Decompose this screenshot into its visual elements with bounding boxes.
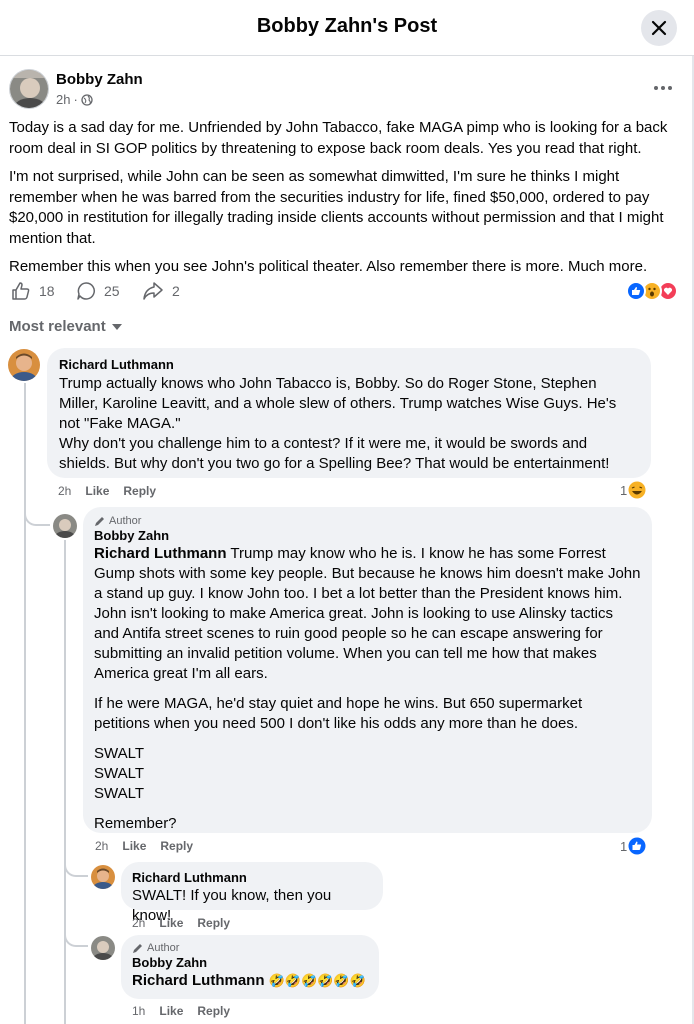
like-reaction-icon <box>628 837 646 855</box>
haha-reaction-icon <box>628 481 646 499</box>
author-avatar[interactable] <box>9 69 49 109</box>
share-count: 2 <box>172 283 180 299</box>
comment-time[interactable]: 2h <box>132 916 145 930</box>
comment-bubble: Richard Luthmann SWALT! If you know, the… <box>121 862 383 924</box>
commenter-avatar[interactable] <box>91 865 115 889</box>
like-reaction-icon <box>626 281 646 301</box>
comment-mention[interactable]: Richard Luthmann <box>94 545 227 562</box>
comment-bubble: Author Bobby Zahn Richard Luthmann 🤣🤣🤣🤣🤣… <box>121 935 379 999</box>
comment-count: 25 <box>104 283 120 299</box>
comment-time[interactable]: 1h <box>132 1004 145 1018</box>
post-author-name[interactable]: Bobby Zahn <box>56 71 143 88</box>
thumbs-up-icon <box>12 282 30 300</box>
reaction-count-value: 1 <box>620 482 628 498</box>
thread-line <box>64 540 66 1024</box>
close-button[interactable] <box>641 10 677 46</box>
comment-author[interactable]: Bobby Zahn <box>132 955 368 970</box>
comment-reply-button[interactable]: Reply <box>197 1004 230 1018</box>
post-paragraph: Remember this when you see John's politi… <box>9 258 648 275</box>
comment-like-button[interactable]: Like <box>159 1004 183 1018</box>
comment-time[interactable]: 2h <box>58 484 71 498</box>
reaction-count-value: 1 <box>620 838 628 854</box>
author-badge-label: Author <box>109 515 142 527</box>
swalt-line: SWALT <box>94 765 145 782</box>
comment-reply-button[interactable]: Reply <box>123 484 156 498</box>
globe-icon <box>81 93 93 106</box>
commenter-avatar[interactable] <box>8 349 40 381</box>
share-icon <box>143 282 163 300</box>
comment-paragraph: Why don't you challenge him to a contest… <box>59 435 610 472</box>
comment-emoji: 🤣🤣🤣🤣🤣🤣 <box>268 973 366 988</box>
swalt-line: SWALT <box>94 745 145 762</box>
comment-reply-button[interactable]: Reply <box>197 916 230 930</box>
comment-bubble: Author Bobby Zahn Richard Luthmann Trump… <box>83 507 652 833</box>
modal-title: Bobby Zahn's Post <box>256 15 438 37</box>
post-paragraph: I'm not surprised, while John can be see… <box>9 168 664 247</box>
pen-icon <box>133 943 142 953</box>
comment-icon <box>77 282 95 300</box>
comment-filter-label: Most relevant <box>9 318 106 335</box>
comment-actions: 2h Like Reply <box>132 916 230 930</box>
comment-paragraph: If he were MAGA, he'd stay quiet and hop… <box>94 695 583 732</box>
author-badge: Author <box>94 515 641 527</box>
post-paragraph: Today is a sad day for me. Unfriended by… <box>9 119 668 157</box>
thread-connector <box>64 925 88 947</box>
comment-author[interactable]: Richard Luthmann <box>59 357 639 372</box>
post-meta: 2h · <box>56 92 93 107</box>
comment-reaction-count[interactable]: 1 <box>620 837 646 855</box>
comment-paragraph: Trump may know who he is. I know he has … <box>94 545 641 682</box>
thread-connector <box>24 490 50 526</box>
comment-text: Trump actually knows who John Tabacco is… <box>59 374 639 474</box>
reactions-summary[interactable] <box>626 281 682 301</box>
share-button[interactable]: 2 <box>142 281 180 301</box>
post-time[interactable]: 2h <box>56 92 70 107</box>
comment-text: Richard Luthmann 🤣🤣🤣🤣🤣🤣 <box>132 971 368 991</box>
comment-like-button[interactable]: Like <box>159 916 183 930</box>
comment-text: Richard Luthmann Trump may know who he i… <box>94 544 641 834</box>
pen-icon <box>95 516 104 526</box>
comment-button[interactable]: 25 <box>76 281 120 301</box>
like-count: 18 <box>39 283 55 299</box>
comment-actions: 2h Like Reply <box>95 839 193 853</box>
more-options-button[interactable] <box>650 78 676 98</box>
thread-line <box>24 383 26 1024</box>
comment-actions: 2h Like Reply <box>58 484 156 498</box>
author-badge: Author <box>132 942 368 954</box>
comment-author[interactable]: Richard Luthmann <box>132 870 372 885</box>
thread-connector <box>64 855 88 877</box>
comment-paragraph: Trump actually knows who John Tabacco is… <box>59 375 617 432</box>
comment-bubble: Richard Luthmann Trump actually knows wh… <box>47 348 651 478</box>
caret-down-icon <box>111 323 122 330</box>
commenter-avatar[interactable] <box>53 514 77 538</box>
meta-separator: · <box>73 92 78 107</box>
modal-header: Bobby Zahn's Post <box>0 0 694 56</box>
comment-actions: 1h Like Reply <box>132 1004 230 1018</box>
comment-reaction-count[interactable]: 1 <box>620 481 646 499</box>
close-icon <box>651 20 667 36</box>
comment-reply-button[interactable]: Reply <box>160 839 193 853</box>
comment-mention[interactable]: Richard Luthmann <box>132 972 265 989</box>
comment-like-button[interactable]: Like <box>122 839 146 853</box>
swalt-line: SWALT <box>94 785 145 802</box>
comment-like-button[interactable]: Like <box>85 484 109 498</box>
post-body: Today is a sad day for me. Unfriended by… <box>9 118 685 286</box>
comment-author[interactable]: Bobby Zahn <box>94 528 641 543</box>
like-button[interactable]: 18 <box>11 281 55 301</box>
comment-paragraph: Remember? <box>94 815 177 832</box>
author-badge-label: Author <box>147 942 180 954</box>
comment-filter-dropdown[interactable]: Most relevant <box>9 318 122 335</box>
commenter-avatar[interactable] <box>91 936 115 960</box>
comment-time[interactable]: 2h <box>95 839 108 853</box>
